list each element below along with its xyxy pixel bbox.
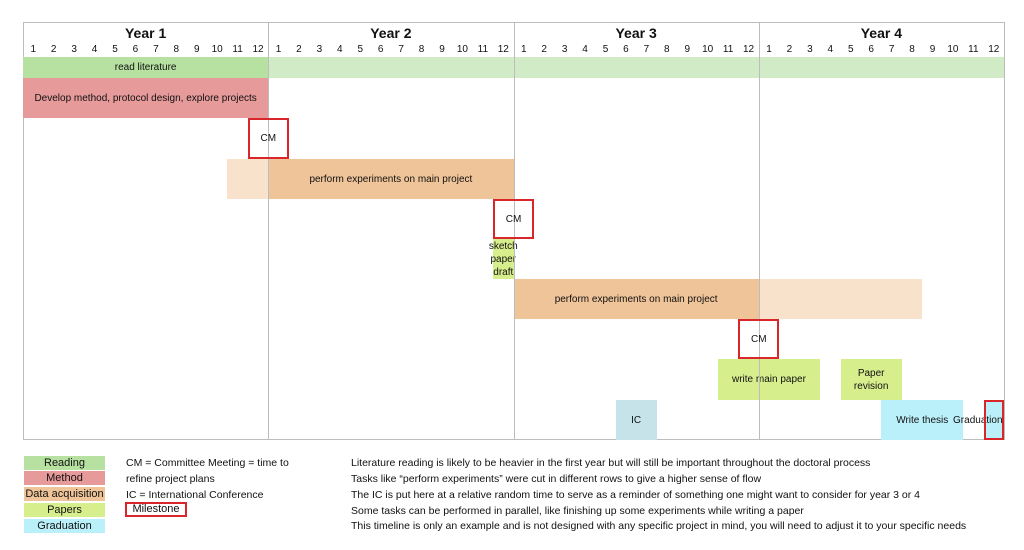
abbr-cm-1: CM = Committee Meeting = time to: [126, 457, 289, 469]
task-bar-papers: sketch paper draft: [488, 239, 518, 279]
month-label: 10: [702, 44, 714, 55]
month-label: 5: [602, 44, 609, 55]
month-label: 7: [888, 44, 895, 55]
abbr-ic: IC = International Conference: [126, 489, 264, 501]
month-label: 9: [929, 44, 936, 55]
month-label: 6: [868, 44, 874, 55]
note-4: Some tasks can be performed in parallel,…: [351, 505, 804, 517]
month-label: 12: [252, 44, 264, 55]
month-label: 9: [193, 44, 200, 55]
milestone-legend: Milestone: [125, 502, 187, 517]
legend-data-acquisition: Data acquisition: [24, 487, 105, 501]
year-divider: [268, 22, 270, 440]
month-label: 8: [909, 44, 915, 55]
month-label: 6: [377, 44, 384, 55]
month-label: 1: [520, 44, 527, 55]
month-label: 3: [316, 44, 323, 55]
month-label: 7: [398, 44, 404, 55]
month-label: 11: [477, 44, 489, 55]
task-bar-papers: write main paper: [717, 359, 821, 400]
task-bar-data: perform experiments on main project: [513, 279, 759, 319]
legend-graduation: Graduation: [24, 519, 105, 533]
task-bar-ic: IC: [615, 400, 657, 440]
note-2: Tasks like “perform experiments” were cu…: [351, 473, 762, 485]
month-label: 3: [561, 44, 568, 55]
year-header: Year 4: [860, 25, 902, 41]
month-label: 8: [664, 44, 670, 55]
month-label: 8: [173, 44, 180, 55]
note-5: This timeline is only an example and is …: [351, 520, 967, 532]
milestone-marker: CM: [493, 199, 534, 239]
year-header: Year 2: [370, 25, 412, 41]
month-label: 4: [337, 44, 343, 55]
month-label: 11: [722, 44, 734, 55]
month-label: 11: [968, 44, 979, 55]
milestone-marker: CM: [738, 319, 780, 359]
month-label: 12: [497, 44, 509, 55]
legend-papers: Papers: [24, 503, 105, 517]
month-label: 4: [582, 44, 588, 55]
month-label: 2: [786, 44, 793, 55]
month-label: 9: [684, 44, 690, 55]
year-header: Year 3: [615, 25, 657, 41]
milestone-marker: [983, 400, 1004, 440]
month-label: 10: [947, 44, 959, 55]
month-label: 6: [132, 44, 139, 55]
month-label: 5: [847, 44, 854, 55]
month-label: 1: [766, 44, 772, 55]
month-label: 8: [418, 44, 425, 55]
task-bar-reading: read literature: [23, 57, 269, 78]
task-bar-reading_light: [268, 57, 1004, 78]
year-divider: [758, 22, 760, 440]
month-label: 4: [827, 44, 834, 55]
month-label: 1: [275, 44, 282, 55]
task-bar-papers: Paper revision: [840, 359, 902, 400]
month-label: 6: [623, 44, 629, 55]
timeline-chart: Year 1 1 2 3 4 5 6 7 8 9 10 11 12 Year 2 1 2 3 4 5 6 7 8 9 10 11…: [0, 0, 1024, 445]
month-label: 12: [742, 44, 755, 55]
month-label: 5: [112, 44, 118, 55]
task-bar-method: Develop method, protocol design, explore…: [23, 78, 269, 118]
note-1: Literature reading is likely to be heavi…: [351, 457, 871, 469]
month-label: 2: [541, 44, 547, 55]
month-label: 2: [296, 44, 302, 55]
legend-reading: Reading: [24, 456, 105, 470]
month-label: 9: [439, 44, 445, 55]
abbr-cm-2: refine project plans: [126, 473, 215, 485]
legend-method: Method: [24, 471, 105, 485]
month-label: 5: [357, 44, 363, 55]
task-bar-data: perform experiments on main project: [268, 159, 514, 199]
month-label: 10: [211, 44, 223, 55]
month-label: 12: [988, 44, 1000, 55]
month-label: 11: [232, 44, 243, 55]
month-label: 7: [643, 44, 650, 55]
month-label: 7: [153, 44, 159, 55]
month-label: 3: [807, 44, 813, 55]
month-label: 10: [456, 44, 468, 55]
year-header: Year 1: [124, 25, 167, 41]
note-3: The IC is put here at a relative random …: [351, 489, 921, 501]
month-label: 4: [91, 44, 98, 55]
month-label: 1: [30, 44, 36, 55]
month-label: 3: [71, 44, 77, 55]
task-bar-data_light: [227, 159, 269, 199]
month-label: 2: [50, 44, 57, 55]
milestone-marker: CM: [247, 118, 289, 159]
task-bar-data_light: [758, 279, 923, 319]
